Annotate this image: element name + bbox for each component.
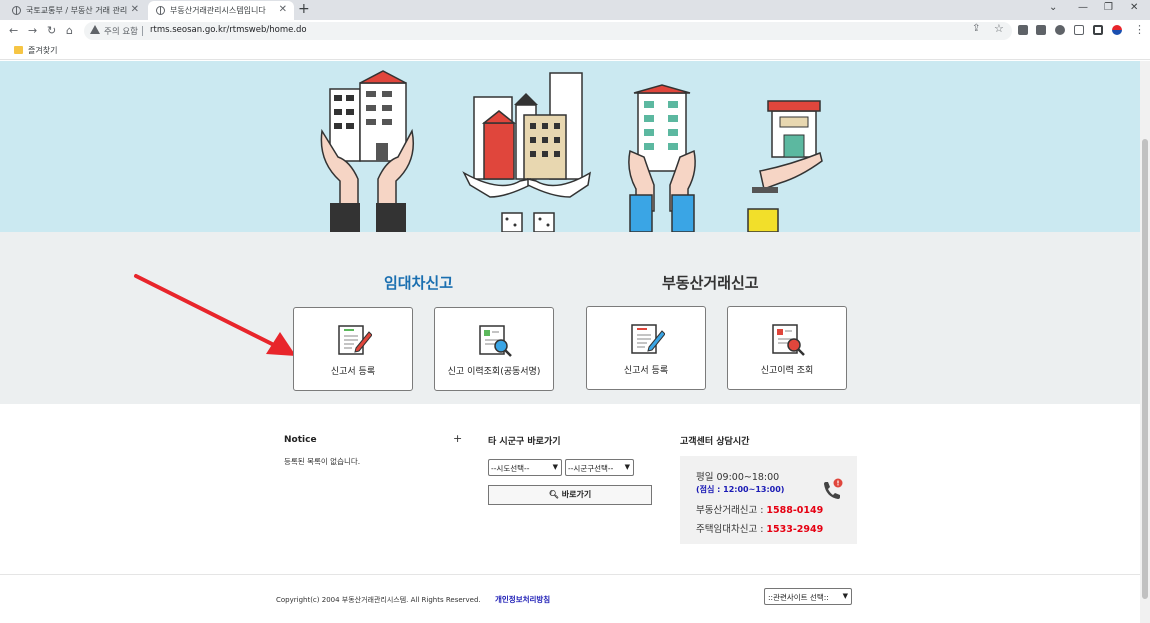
- trade-history-card[interactable]: 신고이력 조회: [727, 306, 847, 390]
- minimize-button[interactable]: —: [1078, 2, 1088, 13]
- reading-list-icon[interactable]: [1074, 25, 1084, 35]
- close-tab-icon[interactable]: ✕: [279, 4, 287, 15]
- sido-select-value: --시도선택--: [491, 464, 530, 473]
- notice-more-button[interactable]: +: [453, 432, 462, 445]
- url-text[interactable]: rtms.seosan.go.kr/rtmsweb/home.do: [150, 25, 307, 35]
- annotation-arrow: [134, 274, 296, 356]
- restore-button[interactable]: ❐: [1104, 2, 1113, 13]
- lease-section-title: 임대차신고: [384, 274, 454, 292]
- form-search-icon: [772, 324, 805, 356]
- star-icon[interactable]: ☆: [994, 22, 1004, 35]
- chevron-down-icon: ▼: [624, 463, 630, 471]
- card-label: 신고서 등록: [330, 367, 376, 377]
- shortcut-title: 타 시군구 바로가기: [488, 437, 561, 447]
- chevron-down-icon: ▼: [552, 463, 558, 471]
- card-label: 신고이력 조회: [760, 366, 814, 376]
- sigungu-select-value: --시군구선택--: [568, 464, 614, 473]
- tab-title: 부동산거래관리시스템입니다: [170, 6, 266, 15]
- cs-lunch: (점심 : 12:00~13:00): [696, 485, 785, 494]
- scrollbar-thumb[interactable]: [1142, 139, 1148, 599]
- reload-icon[interactable]: ↻: [47, 24, 56, 37]
- tab-title: 국토교통부 / 부동산 거래 관리: [26, 6, 128, 15]
- cs-hours: 평일 09:00~18:00: [696, 472, 780, 483]
- scrollbar[interactable]: [1140, 61, 1150, 623]
- go-button[interactable]: 🔍︎ 바로가기: [488, 485, 652, 505]
- card-label: 신고서 등록: [623, 366, 669, 376]
- form-pencil-icon: [338, 325, 372, 355]
- trade-register-card[interactable]: 신고서 등록: [586, 306, 706, 390]
- cs-trade-line: 부동산거래신고 : 1588-0149: [696, 502, 823, 516]
- menu-icon[interactable]: ⋮: [1134, 23, 1145, 36]
- footer: Copyright(c) 2004 부동산거래관리시스템. All Rights…: [0, 574, 1140, 623]
- extension-icon[interactable]: [1036, 25, 1046, 35]
- url-input[interactable]: 주의 요함 rtms.seosan.go.kr/rtmsweb/home.do …: [84, 22, 1012, 40]
- close-tab-icon[interactable]: ✕: [131, 4, 139, 15]
- forward-icon[interactable]: →: [28, 24, 37, 37]
- warning-icon[interactable]: [90, 25, 100, 34]
- profile-avatar[interactable]: [1112, 25, 1122, 35]
- lease-history-card[interactable]: 신고 이력조회(공동서명): [434, 307, 554, 391]
- related-sites-select[interactable]: ::관련사이트 선택:: ▼: [764, 588, 852, 605]
- report-menu-band: 임대차신고 부동산거래신고 신고서 등록 신고 이력조회(공동서명) 신고서 등…: [0, 232, 1140, 404]
- copyright-text: Copyright(c) 2004 부동산거래관리시스템. All Rights…: [276, 596, 481, 604]
- share-icon[interactable]: ⇪: [972, 23, 980, 34]
- browser-tab-bar: 국토교통부 / 부동산 거래 관리 ✕ 부동산거래관리시스템입니다 ✕ + ⌄ …: [0, 0, 1150, 20]
- hero-banner: [0, 61, 1140, 233]
- close-window-button[interactable]: ✕: [1130, 2, 1138, 13]
- browser-tab[interactable]: 국토교통부 / 부동산 거래 관리 ✕: [4, 1, 146, 20]
- notice-title: Notice: [284, 435, 317, 445]
- hands-holding-buildings-illustration: [320, 70, 823, 233]
- page-content: 임대차신고 부동산거래신고 신고서 등록 신고 이력조회(공동서명) 신고서 등…: [0, 61, 1140, 623]
- form-search-icon: [479, 325, 512, 357]
- cs-trade-number: 1588-0149: [766, 505, 824, 516]
- go-button-label: 바로가기: [561, 490, 592, 499]
- cs-lease-line: 주택임대차신고 : 1533-2949: [696, 521, 823, 535]
- globe-icon: [12, 6, 21, 15]
- side-panel-icon[interactable]: [1093, 25, 1103, 35]
- cs-trade-label: 부동산거래신고 :: [696, 505, 767, 516]
- lease-register-card[interactable]: 신고서 등록: [293, 307, 413, 391]
- bookmark-favorites[interactable]: 즐겨찾기: [28, 45, 57, 56]
- tab-search-icon[interactable]: ⌄: [1049, 2, 1057, 13]
- sido-select[interactable]: --시도선택-- ▼: [488, 459, 562, 476]
- form-pencil-icon: [631, 324, 665, 354]
- customer-center-title: 고객센터 상담시간: [680, 437, 750, 447]
- address-bar-row: ← → ↻ ⌂ 주의 요함 rtms.seosan.go.kr/rtmsweb/…: [0, 20, 1150, 42]
- puzzle-icon[interactable]: [1055, 25, 1065, 35]
- extension-icon[interactable]: [1018, 25, 1028, 35]
- chevron-down-icon: ▼: [842, 592, 848, 600]
- notice-empty-text: 등록된 목록이 없습니다.: [284, 457, 361, 466]
- customer-center-box: 평일 09:00~18:00 (점심 : 12:00~13:00) 부동산거래신…: [680, 456, 857, 544]
- new-tab-button[interactable]: +: [298, 1, 310, 17]
- back-icon[interactable]: ←: [9, 24, 18, 37]
- bookmark-bar: 즐겨찾기: [0, 42, 1150, 60]
- globe-icon: [156, 6, 165, 15]
- cs-lease-label: 주택임대차신고 :: [696, 524, 767, 535]
- browser-tab-active[interactable]: 부동산거래관리시스템입니다 ✕: [148, 1, 294, 20]
- card-label: 신고 이력조회(공동서명): [447, 367, 541, 377]
- folder-icon: [14, 46, 23, 54]
- home-icon[interactable]: ⌂: [66, 24, 73, 37]
- trade-section-title: 부동산거래신고: [662, 274, 759, 292]
- divider: [142, 26, 143, 36]
- sigungu-select[interactable]: --시군구선택-- ▼: [565, 459, 634, 476]
- security-label[interactable]: 주의 요함: [104, 25, 138, 37]
- phone-icon: [824, 478, 843, 499]
- search-icon: 🔍︎: [548, 490, 559, 499]
- cs-lease-number: 1533-2949: [766, 524, 824, 535]
- related-sites-value: ::관련사이트 선택::: [768, 593, 829, 602]
- privacy-policy-link[interactable]: 개인정보처리방침: [495, 594, 550, 605]
